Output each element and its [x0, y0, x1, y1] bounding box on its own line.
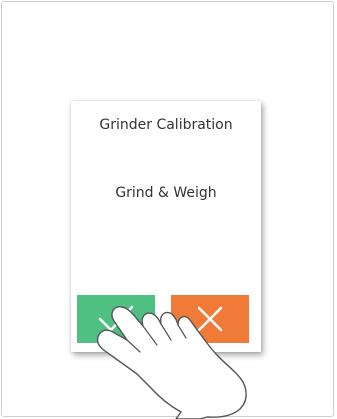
dialog-message: Grind & Weigh	[115, 185, 217, 201]
calibration-dialog: Grinder Calibration Grind & Weigh	[71, 101, 261, 352]
dialog-title: Grinder Calibration	[99, 117, 233, 133]
check-icon	[96, 304, 136, 334]
cancel-button[interactable]	[171, 295, 249, 343]
confirm-button[interactable]	[77, 295, 155, 343]
close-icon	[195, 304, 225, 334]
